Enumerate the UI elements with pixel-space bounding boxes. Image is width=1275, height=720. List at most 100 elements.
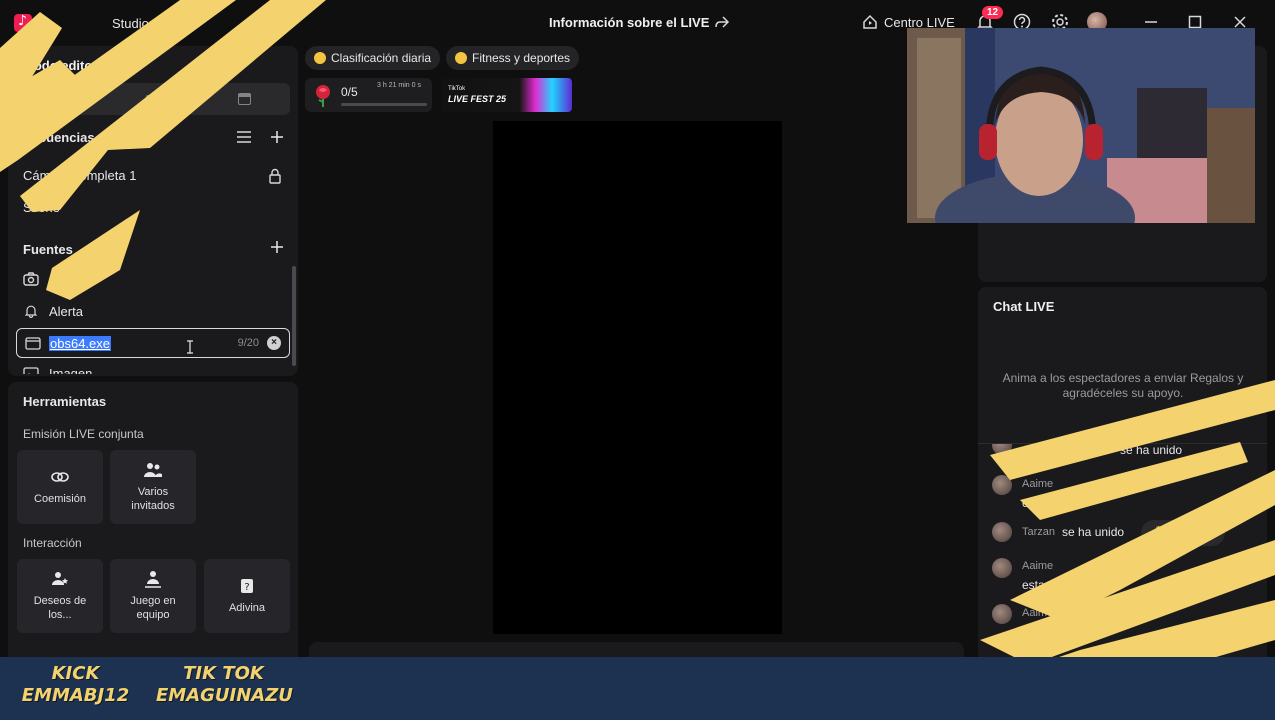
svg-text:?: ? (244, 582, 249, 593)
chat-message: Asbjømen 10 se ha unido (978, 444, 1267, 458)
split-option[interactable] (199, 83, 290, 115)
tool-label: Deseos de los... (33, 595, 87, 621)
interaction-section-title: Interacción (23, 536, 82, 550)
image-icon (23, 366, 39, 374)
fest-small-label: TikTok (448, 86, 466, 92)
goal-progress-bar (341, 103, 427, 106)
add-source-icon[interactable] (270, 240, 284, 254)
text-cursor-icon (187, 340, 193, 354)
daily-ranking-pill[interactable]: Clasificación diaria (305, 46, 441, 70)
tiktok-handle: EMAGUINAZU (156, 685, 293, 706)
avatar[interactable] (992, 444, 1012, 455)
avatar[interactable] (992, 558, 1012, 578)
tiktok-logo-icon (14, 13, 32, 32)
goal-count: 0/5 (341, 85, 358, 99)
team-game-button[interactable]: Juego en equipo (110, 559, 196, 633)
avatar[interactable] (992, 604, 1012, 624)
fan-level-badge: 10 (1084, 444, 1103, 454)
live-fest-banner[interactable]: TikTok LIVE FEST 25 (441, 78, 572, 112)
saludar-button[interactable]: ✋ Saludar (1141, 520, 1225, 546)
team-game-icon (145, 571, 161, 588)
scene-item[interactable]: Cámara completa 1 (23, 168, 136, 183)
char-counter: 9/20 (237, 337, 259, 349)
list-icon[interactable] (236, 130, 252, 144)
chat-text: esta trabado (1022, 496, 1089, 510)
wishlist-icon (52, 572, 68, 585)
orientation-toggle (16, 83, 290, 115)
fest-title: LIVE FEST 25 (448, 94, 507, 104)
portrait-option[interactable] (16, 83, 107, 115)
goal-time: 3 h 21 min 0 s (377, 82, 421, 89)
tiktok-brand: TIK TOK EMAGUINAZU (156, 663, 293, 707)
chat-text: esta negro (1022, 578, 1079, 592)
chat-username[interactable]: Aaime (1022, 607, 1053, 619)
landscape-option[interactable] (107, 83, 198, 115)
chat-panel: Chat LIVE Anima a los espectadores a env… (978, 287, 1267, 667)
kick-brand: KICK EMMABJ12 (18, 663, 133, 707)
chat-username[interactable]: Tarzan (1022, 526, 1055, 538)
wave-hand-icon: ✋ (1151, 525, 1168, 541)
stream-preview (493, 121, 782, 634)
tool-label: Varios invitados (131, 486, 175, 512)
chat-text: se ha unido (1062, 525, 1125, 539)
webcam-image (907, 28, 1255, 223)
lock-icon[interactable] (268, 168, 282, 184)
pill-label: Fitness y deportes (472, 51, 571, 65)
avatar[interactable] (992, 522, 1012, 542)
coin-icon (314, 52, 326, 64)
chevron-down-icon (104, 63, 112, 69)
landscape-icon (146, 94, 160, 104)
window-capture-icon (25, 336, 41, 350)
mode-selector[interactable]: Modo editor (23, 58, 113, 73)
avatar[interactable] (992, 475, 1012, 495)
add-scene-icon[interactable] (270, 130, 284, 144)
webcam-overlay (907, 28, 1255, 223)
live-info-title[interactable]: Información sobre el LIVE (549, 15, 709, 30)
coin-icon (455, 52, 467, 64)
chat-username[interactable]: Aaime (1022, 560, 1053, 572)
bell-icon (24, 305, 38, 318)
camera-icon (23, 272, 39, 286)
cohost-section-title: Emisión LIVE conjunta (23, 427, 144, 441)
source-name-selected-text[interactable]: obs64.exe (49, 335, 111, 351)
coemision-button[interactable]: Coemisión (17, 450, 103, 524)
tiktok-label: TIK TOK (183, 663, 264, 684)
gift-goal-card[interactable]: 0/5 3 h 21 min 0 s (305, 78, 432, 112)
source-rename-input[interactable]: obs64.exe 9/20 × (16, 328, 290, 358)
mode-label: Modo editor (23, 58, 98, 73)
chat-empty-hint: Anima a los espectadores a enviar Regalo… (1002, 371, 1244, 400)
wishes-button[interactable]: Deseos de los... (17, 559, 103, 633)
sequences-title: Secuencias (23, 130, 95, 145)
multi-guest-button[interactable]: Varios invitados (110, 450, 196, 524)
chat-text: no se ve (1022, 626, 1068, 640)
guess-icon: ? (241, 579, 253, 593)
sequences-actions (236, 130, 284, 144)
portrait-icon (57, 92, 67, 106)
sources-scrollbar[interactable] (292, 266, 296, 366)
scene-item[interactable]: Scene (23, 200, 60, 215)
kick-handle: EMMABJ12 (21, 685, 130, 706)
sources-title: Fuentes (23, 242, 73, 257)
split-layout-icon (237, 93, 251, 105)
notification-badge: 12 (982, 6, 1004, 19)
source-image[interactable]: Imagen (23, 366, 92, 374)
tools-panel: Herramientas Emisión LIVE conjunta Coemi… (8, 382, 298, 672)
chat-username[interactable]: Aaime (1022, 478, 1053, 490)
tool-label: Juego en equipo (130, 595, 176, 621)
group-icon (144, 463, 162, 477)
share-icon[interactable] (714, 14, 730, 30)
saludar-label: Saludar (1173, 526, 1215, 540)
source-label: Alerta (49, 303, 83, 319)
chat-title: Chat LIVE (993, 299, 1055, 314)
guess-button[interactable]: ? Adivina (204, 559, 290, 633)
kick-label: KICK (51, 663, 100, 684)
tools-title: Herramientas (23, 394, 107, 409)
link-icon (51, 472, 69, 482)
clear-input-icon[interactable]: × (267, 336, 281, 350)
source-camera[interactable] (23, 272, 39, 286)
rank-badge: No. 1 (1064, 607, 1095, 617)
category-pill[interactable]: Fitness y deportes (446, 46, 580, 70)
pill-label: Clasificación diaria (331, 51, 432, 65)
chat-username[interactable]: Asbjømen (1022, 444, 1072, 456)
source-alert[interactable]: Alerta (23, 303, 83, 319)
